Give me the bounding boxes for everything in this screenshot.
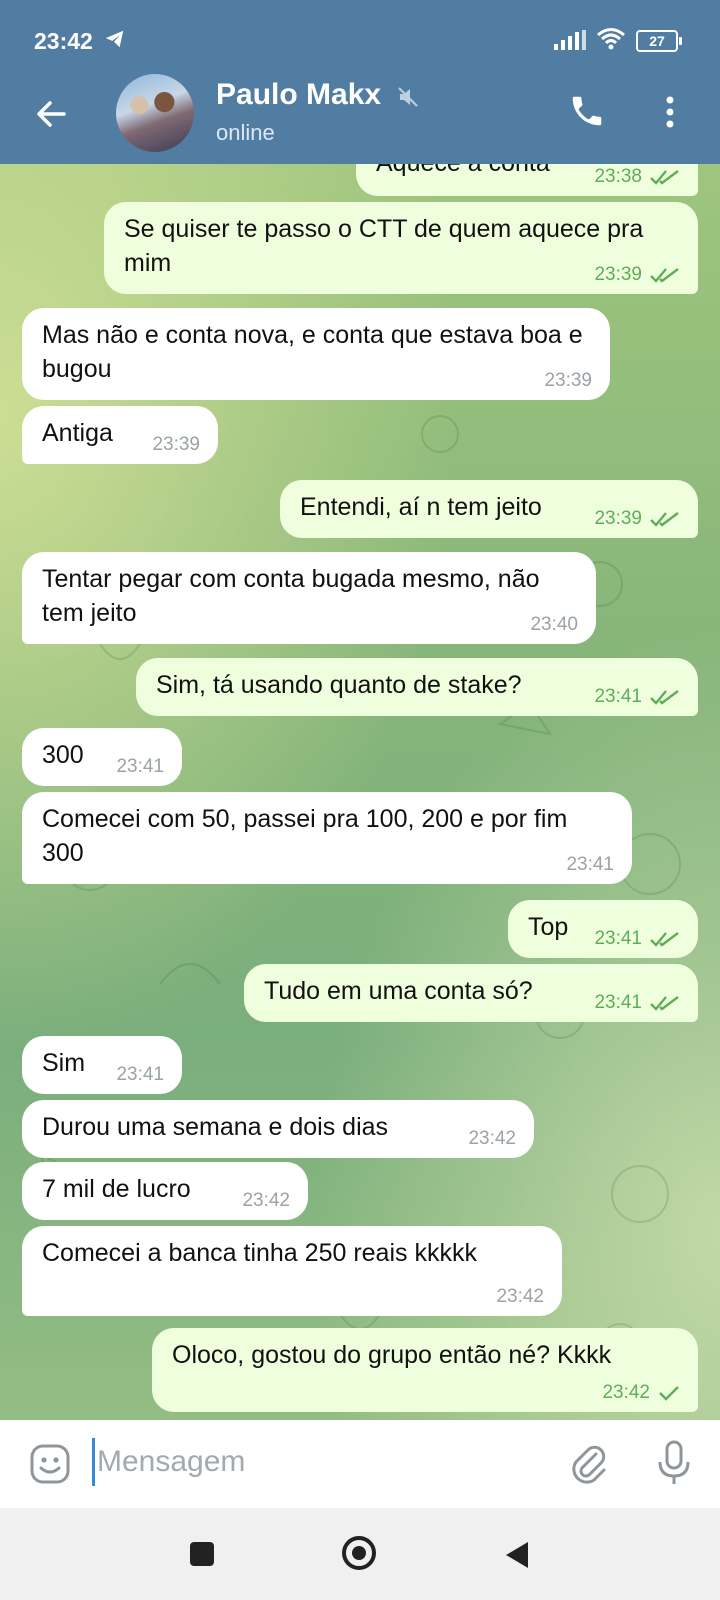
mute-icon: [398, 86, 418, 113]
message-text: Mas não e conta nova, e conta que estava…: [42, 321, 583, 383]
message-bubble[interactable]: Aquece a conta 23:38: [356, 164, 698, 196]
message-text: Comecei com 50, passei pra 100, 200 e po…: [42, 805, 568, 867]
message-text: Comecei a banca tinha 250 reais kkkkk: [42, 1239, 477, 1267]
phone-icon[interactable]: [568, 92, 606, 135]
more-vert-icon[interactable]: [664, 94, 676, 135]
message-bubble[interactable]: Comecei a banca tinha 250 reais kkkkk 23…: [22, 1226, 562, 1316]
message-time: 23:41: [594, 928, 642, 949]
signal-icon: [554, 30, 586, 55]
message-bubble[interactable]: Tudo em uma conta só? 23:41: [244, 964, 698, 1022]
message-input[interactable]: Mensagem: [92, 1438, 245, 1486]
message-bubble[interactable]: Sim, tá usando quanto de stake? 23:41: [136, 658, 698, 716]
check-icon: [659, 1386, 679, 1401]
contact-name[interactable]: Paulo Makx: [216, 78, 381, 112]
chat-header: 23:42 27 Paulo Makx online: [0, 0, 720, 164]
contact-status: online: [216, 120, 275, 145]
nav-home-icon[interactable]: [342, 1536, 376, 1570]
mic-icon[interactable]: [656, 1440, 692, 1491]
message-bubble[interactable]: Entendi, aí n tem jeito 23:39: [280, 480, 698, 538]
wifi-icon: [596, 27, 626, 56]
nav-back-icon[interactable]: [504, 1540, 530, 1575]
message-bubble[interactable]: 300 23:41: [22, 728, 182, 786]
message-time: 23:39: [152, 434, 200, 455]
system-nav-bar: [0, 1508, 720, 1600]
status-bar: 23:42 27: [0, 22, 720, 62]
message-time: 23:38: [594, 166, 642, 187]
double-check-icon: [650, 512, 679, 527]
message-bubble[interactable]: Durou uma semana e dois dias 23:42: [22, 1100, 534, 1158]
chat-area[interactable]: Aquece a conta 23:38 Se quiser te passo …: [0, 164, 720, 1420]
double-check-icon: [650, 170, 679, 185]
message-time: 23:42: [496, 1286, 544, 1307]
telegram-icon: [104, 28, 126, 55]
message-time: 23:42: [242, 1190, 290, 1211]
message-time: 23:42: [468, 1128, 516, 1149]
message-composer: Mensagem: [0, 1420, 720, 1508]
message-time: 23:41: [116, 1064, 164, 1085]
message-bubble[interactable]: Sim 23:41: [22, 1036, 182, 1094]
message-bubble[interactable]: Tentar pegar com conta bugada mesmo, não…: [22, 552, 596, 644]
nav-square-icon[interactable]: [190, 1542, 214, 1566]
emoji-icon[interactable]: [28, 1442, 72, 1491]
avatar[interactable]: [116, 74, 194, 152]
message-time: 23:41: [116, 756, 164, 777]
message-text: Durou uma semana e dois dias: [42, 1113, 389, 1141]
back-arrow-icon[interactable]: [32, 94, 72, 134]
message-bubble[interactable]: Top 23:41: [508, 900, 698, 958]
message-time: 23:39: [544, 370, 592, 391]
double-check-icon: [650, 690, 679, 705]
message-bubble[interactable]: Se quiser te passo o CTT de quem aquece …: [104, 202, 698, 294]
message-bubble[interactable]: Antiga 23:39: [22, 406, 218, 464]
double-check-icon: [650, 996, 679, 1011]
message-text: Oloco, gostou do grupo então né? Kkkk: [172, 1341, 612, 1369]
message-bubble[interactable]: 7 mil de lucro 23:42: [22, 1162, 308, 1220]
message-time: 23:40: [530, 614, 578, 635]
message-time: 23:41: [566, 854, 614, 875]
attach-icon[interactable]: [566, 1440, 610, 1489]
battery-indicator: 27: [636, 30, 682, 52]
status-time: 23:42: [34, 28, 93, 54]
message-time: 23:39: [594, 508, 642, 529]
message-time: 23:41: [594, 992, 642, 1013]
message-time: 23:39: [594, 264, 642, 285]
message-text: Tentar pegar com conta bugada mesmo, não…: [42, 565, 540, 627]
message-time: 23:42: [602, 1382, 650, 1403]
message-bubble[interactable]: Comecei com 50, passei pra 100, 200 e po…: [22, 792, 632, 884]
double-check-icon: [650, 268, 679, 283]
double-check-icon: [650, 932, 679, 947]
message-bubble[interactable]: Oloco, gostou do grupo então né? Kkkk 23…: [152, 1328, 698, 1412]
message-bubble[interactable]: Mas não e conta nova, e conta que estava…: [22, 308, 610, 400]
message-time: 23:41: [594, 686, 642, 707]
